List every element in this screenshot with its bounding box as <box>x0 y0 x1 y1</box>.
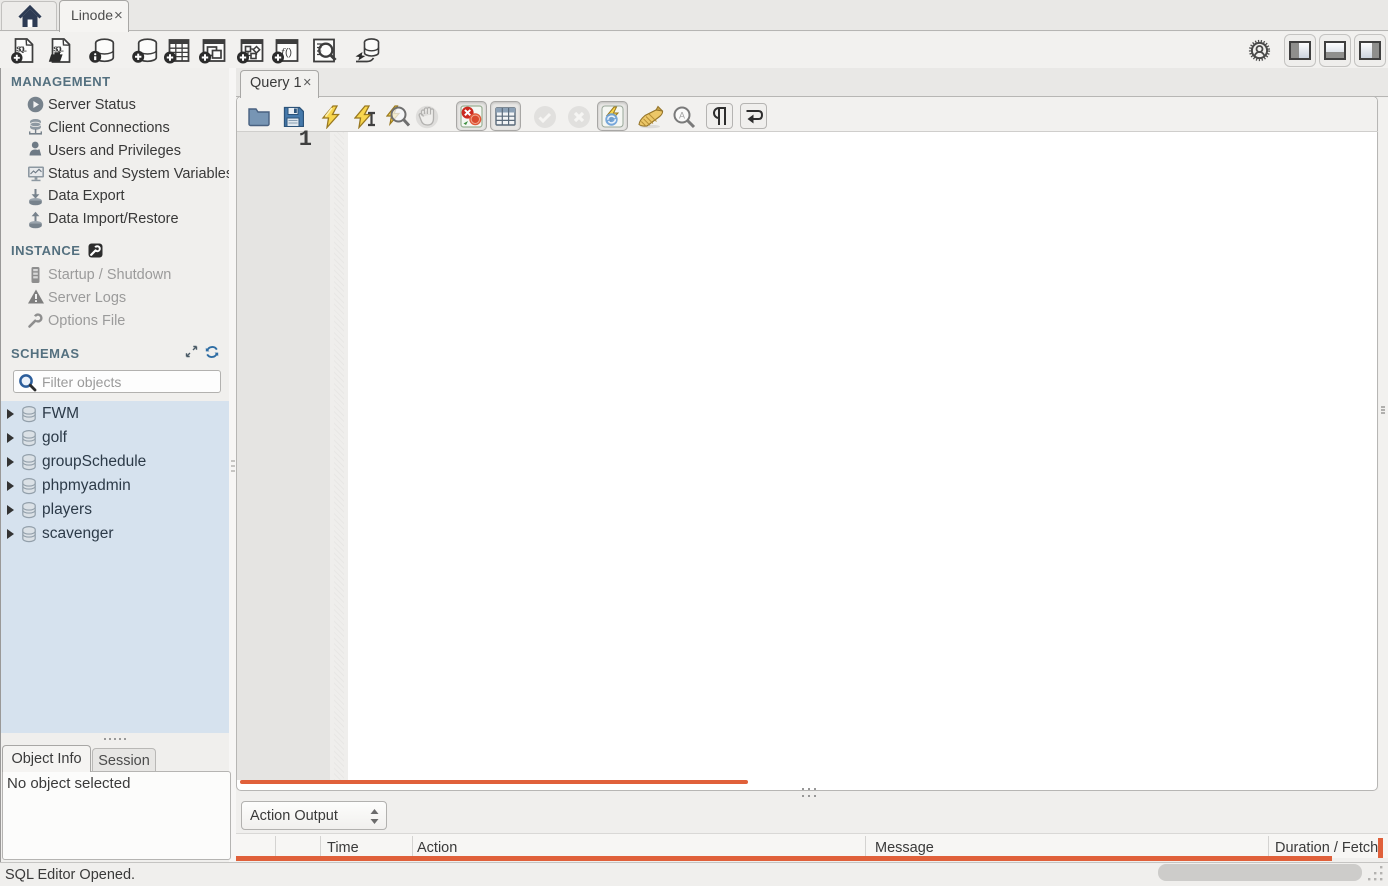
svg-text:SQL: SQL <box>16 45 27 54</box>
svg-text:(): () <box>285 47 292 59</box>
svg-text:A: A <box>679 111 685 121</box>
svg-text:SQL: SQL <box>53 45 64 54</box>
